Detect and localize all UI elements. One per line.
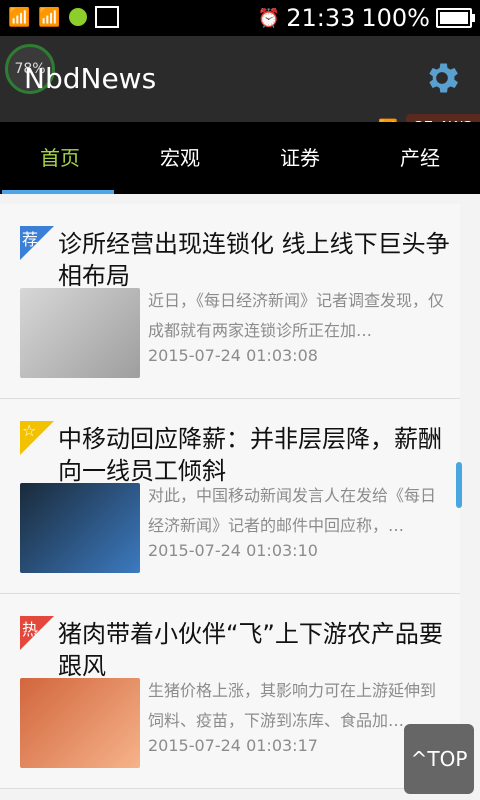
article-item[interactable]: 荐 诊所经营出现连锁化 线上线下巨头争相布局 近日，《每日经济新闻》记者调查发现… (0, 204, 460, 399)
tab-home[interactable]: 首页 (0, 122, 120, 194)
article-title[interactable]: 中移动回应降薪：并非层层降，薪酬向一线员工倾斜 (58, 423, 450, 487)
article-list: 荐 诊所经营出现连锁化 线上线下巨头争相布局 近日，《每日经济新闻》记者调查发现… (0, 204, 460, 789)
tab-industry[interactable]: 产经 (360, 122, 480, 194)
app-title: NbdNews (24, 62, 157, 95)
article-summary: 近日，《每日经济新闻》记者调查发现，仅成都就有两家连锁诊所正在加… (148, 291, 445, 340)
settings-gear-icon[interactable] (422, 58, 462, 98)
wifi-icon: 📶 (38, 6, 61, 28)
tab-indicator (2, 190, 114, 194)
tab-macro[interactable]: 宏观 (120, 122, 240, 194)
battery-percent: 100% (361, 4, 430, 32)
article-date: 2015-07-24 01:03:17 (148, 736, 318, 755)
article-item[interactable]: 热 猪肉带着小伙伴“飞”上下游农产品要跟风 生猪价格上涨，其影响力可在上游延伸到… (0, 594, 460, 789)
article-date: 2015-07-24 01:03:10 (148, 541, 318, 560)
status-icons-left: 📶 📶 (8, 6, 119, 28)
app-bar: 78% NbdNews (0, 36, 480, 122)
battery-icon (436, 8, 475, 28)
scrollbar-thumb[interactable] (456, 462, 462, 508)
article-summary: 生猪价格上涨，其影响力可在上游延伸到饲料、疫苗，下游到冻库、食品加… (148, 681, 437, 730)
tab-securities[interactable]: 证券 (240, 122, 360, 194)
image-icon (94, 6, 119, 28)
signal-icon: 📶 (8, 6, 31, 28)
article-title[interactable]: 诊所经营出现连锁化 线上线下巨头争相布局 (58, 228, 450, 292)
recommend-badge: 荐 (20, 226, 54, 260)
article-thumbnail[interactable] (20, 483, 140, 573)
article-date: 2015-07-24 01:03:08 (148, 346, 318, 365)
article-summary: 对此，中国移动新闻发言人在发给《每日经济新闻》记者的邮件中回应称，… (148, 486, 437, 535)
article-thumbnail[interactable] (20, 678, 140, 768)
star-badge: ☆ (20, 421, 54, 455)
alarm-icon: ⏰ (257, 7, 281, 29)
clock: 21:33 (286, 4, 356, 32)
hot-badge: 热 (20, 616, 54, 650)
article-thumbnail[interactable] (20, 288, 140, 378)
article-item[interactable]: ☆ 中移动回应降薪：并非层层降，薪酬向一线员工倾斜 对此，中国移动新闻发言人在发… (0, 399, 460, 594)
app-icon (68, 8, 87, 26)
status-icons-right: ⏰ 21:33 100% (257, 4, 475, 32)
article-title[interactable]: 猪肉带着小伙伴“飞”上下游农产品要跟风 (58, 618, 450, 682)
back-to-top-button[interactable]: ^TOP (404, 724, 474, 794)
status-bar: 📶 📶 ⏰ 21:33 100% (0, 0, 480, 36)
tab-bar: 首页 宏观 证券 产经 (0, 122, 480, 194)
